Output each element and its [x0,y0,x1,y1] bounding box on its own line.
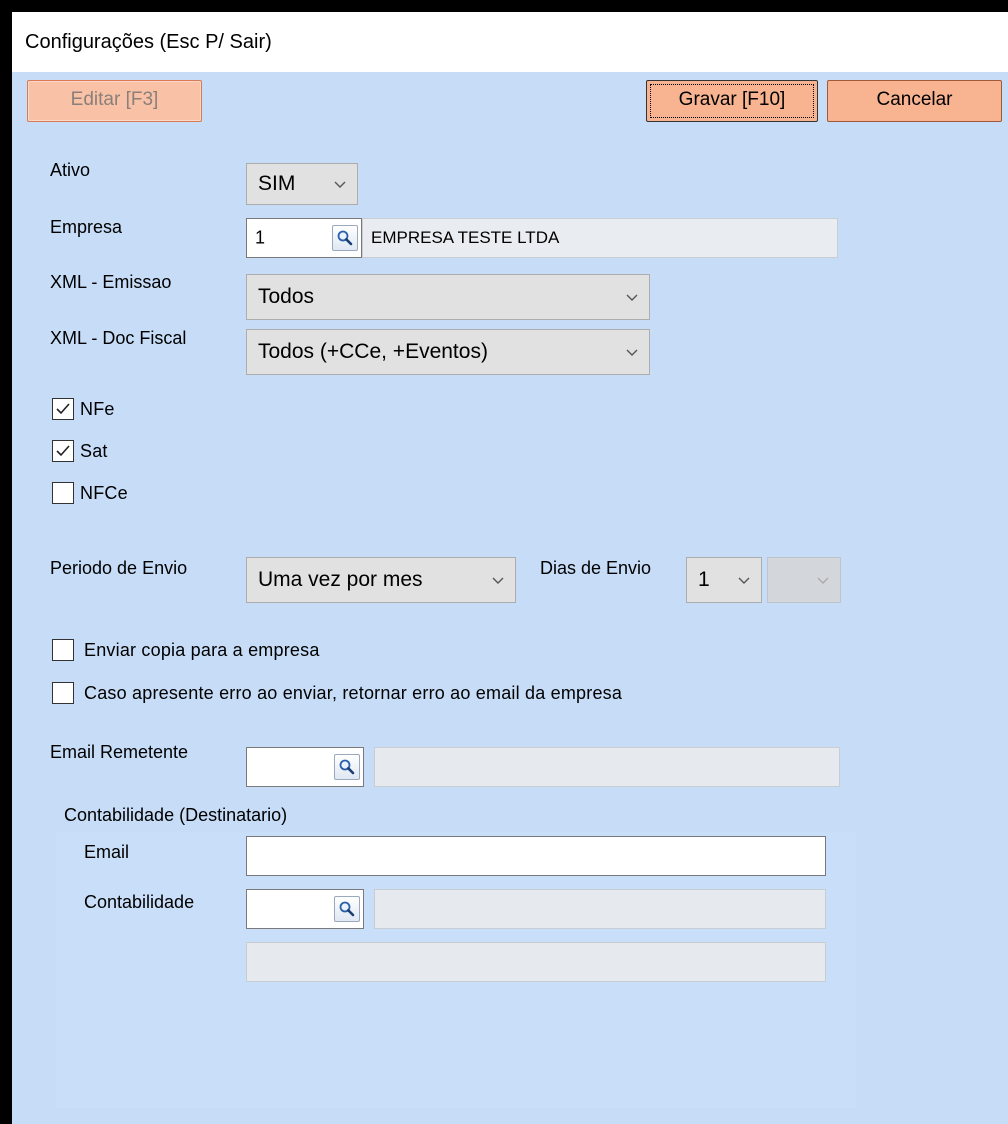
title-bar: Configurações (Esc P/ Sair) [12,12,1008,72]
check-icon [56,445,70,457]
email-remetente-code-input[interactable] [246,747,364,787]
contabilidade-extra-field [246,942,826,982]
nfe-checkbox[interactable] [52,398,74,420]
xml-emissao-select[interactable]: Todos [246,274,650,320]
email-label: Email [84,842,130,862]
ativo-label: Ativo [50,160,91,180]
periodo-envio-label: Periodo de Envio [50,558,188,578]
dias-envio-value: 1 [698,568,710,591]
enviar-copia-label: Enviar copia para a empresa [84,640,320,660]
chevron-down-icon [626,294,638,301]
xml-doc-fiscal-label: XML - Doc Fiscal [50,328,187,348]
contabilidade-group-title: Contabilidade (Destinatario) [64,805,288,825]
contabilidade-name-field [374,889,826,929]
xml-doc-fiscal-select[interactable]: Todos (+CCe, +Eventos) [246,329,650,375]
cancel-button[interactable]: Cancelar [827,80,1002,122]
chevron-down-icon [334,181,346,188]
magnifier-icon[interactable] [334,754,360,780]
edit-button[interactable]: Editar [F3] [27,80,202,122]
contabilidade-label: Contabilidade [84,892,195,912]
xml-emissao-label: XML - Emissao [50,272,172,292]
contabilidade-code-input[interactable] [246,889,364,929]
sat-checkbox[interactable] [52,440,74,462]
dias-envio-label: Dias de Envio [540,558,652,578]
chevron-down-icon [738,577,750,584]
enviar-copia-checkbox[interactable] [52,639,74,661]
retornar-erro-label: Caso apresente erro ao enviar, retornar … [84,683,623,703]
chevron-down-icon [817,577,829,584]
magnifier-icon[interactable] [332,225,358,251]
ativo-select[interactable]: SIM [246,163,358,205]
empresa-code-value: 1 [255,227,266,248]
periodo-envio-select[interactable]: Uma vez por mes [246,557,516,603]
save-button[interactable]: Gravar [F10] [646,80,818,122]
nfe-label: NFe [80,399,115,419]
check-icon [56,403,70,415]
empresa-name-field: EMPRESA TESTE LTDA [362,218,838,258]
ativo-value: SIM [258,172,296,195]
email-remetente-label: Email Remetente [50,742,189,762]
empresa-label: Empresa [50,217,123,237]
periodo-envio-value: Uma vez por mes [258,568,423,591]
chevron-down-icon [492,577,504,584]
window-title: Configurações (Esc P/ Sair) [25,31,272,53]
magnifier-icon[interactable] [334,896,360,922]
dias-envio-secondary-select[interactable] [767,557,841,603]
empresa-code-input[interactable]: 1 [246,218,362,258]
xml-emissao-value: Todos [258,285,315,308]
email-remetente-name-field [374,747,840,787]
xml-doc-fiscal-value: Todos (+CCe, +Eventos) [258,340,488,363]
chevron-down-icon [626,349,638,356]
settings-window: Configurações (Esc P/ Sair) Editar [F3] … [12,12,1008,1124]
dias-envio-select[interactable]: 1 [686,557,762,603]
retornar-erro-checkbox[interactable] [52,682,74,704]
nfce-checkbox[interactable] [52,482,74,504]
empresa-name-value: EMPRESA TESTE LTDA [371,228,560,247]
sat-label: Sat [80,441,108,461]
nfce-label: NFCe [80,483,128,503]
email-input[interactable] [246,836,826,876]
